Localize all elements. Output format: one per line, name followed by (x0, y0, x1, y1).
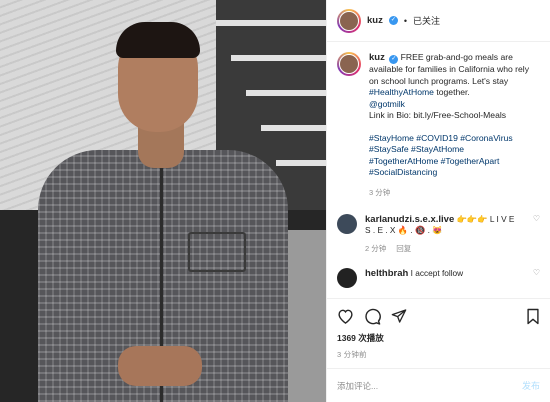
comment-composer: 发布 (327, 368, 550, 402)
hashtag-link[interactable]: #COVID19 (416, 133, 458, 143)
caption-time: 3 分钟 (369, 187, 391, 197)
comments-scroll[interactable]: kuz ✓ FREE grab-and-go meals are availab… (327, 42, 550, 298)
person-hands (118, 346, 202, 386)
post-time: 3 分钟前 (337, 350, 367, 359)
avatar[interactable] (337, 213, 357, 234)
hashtag-link[interactable]: #StayHome (369, 133, 414, 143)
add-comment-input[interactable] (337, 380, 522, 391)
view-count[interactable]: 1369 次播放 (337, 332, 540, 344)
post-comment-button[interactable]: 发布 (522, 379, 540, 392)
comment-bubble-icon[interactable] (364, 308, 381, 325)
post-header: kuz ✓ • 已关注 (327, 0, 550, 42)
post-caption: kuz ✓ FREE grab-and-go meals are availab… (337, 52, 540, 179)
hashtag-link[interactable]: #CoronaVirus (460, 133, 512, 143)
share-send-icon[interactable] (391, 308, 407, 324)
list-item: karlanudzi.s.e.x.live 👉👉👉 L I V E S . E … (337, 213, 540, 255)
like-heart-icon[interactable] (337, 308, 354, 324)
verified-badge-icon: ✓ (388, 16, 398, 25)
separator-dot: • (403, 15, 407, 26)
hashtag-link[interactable]: #TogetherAtHome (369, 156, 438, 166)
caption-username[interactable]: kuz (369, 52, 385, 63)
post-video[interactable] (0, 0, 326, 402)
hashtag-link[interactable]: #StaySafe (369, 144, 409, 154)
like-comment-heart-icon[interactable]: ♡ (530, 214, 540, 255)
follow-status-button[interactable]: 已关注 (413, 14, 440, 27)
comment-username[interactable]: helthbrah (365, 268, 408, 279)
list-item: helthbrah I accept follow ♡ (337, 268, 540, 288)
instagram-post: kuz ✓ • 已关注 kuz ✓ FREE grab-and-go meals… (0, 0, 550, 402)
hashtag-link[interactable]: #HealthyAtHome (369, 87, 434, 97)
avatar[interactable] (337, 8, 361, 33)
hashtag-link[interactable]: #StayAtHome (411, 144, 464, 154)
verified-badge-icon: ✓ (389, 55, 399, 64)
caption-avatar[interactable] (337, 52, 361, 76)
bookmark-save-icon[interactable] (526, 308, 540, 325)
header-username[interactable]: kuz (367, 15, 383, 26)
post-actions: 1369 次播放 3 分钟前 (327, 298, 550, 360)
mention-link[interactable]: @gotmilk (369, 99, 540, 111)
reply-button[interactable]: 回复 (396, 243, 411, 255)
comment-username[interactable]: karlanudzi.s.e.x.live (365, 214, 454, 225)
post-side-panel: kuz ✓ • 已关注 kuz ✓ FREE grab-and-go meals… (326, 0, 550, 402)
hashtag-link[interactable]: #SocialDistancing (369, 167, 437, 177)
hashtag-link[interactable]: #TogetherApart (441, 156, 500, 166)
like-comment-heart-icon[interactable]: ♡ (530, 268, 540, 277)
comment-time: 2 分钟 (365, 243, 387, 253)
bio-link-text: Link in Bio: bit.ly/Free-School-Meals (369, 110, 507, 120)
comment-text: I accept follow (410, 268, 464, 278)
avatar[interactable] (337, 268, 357, 288)
